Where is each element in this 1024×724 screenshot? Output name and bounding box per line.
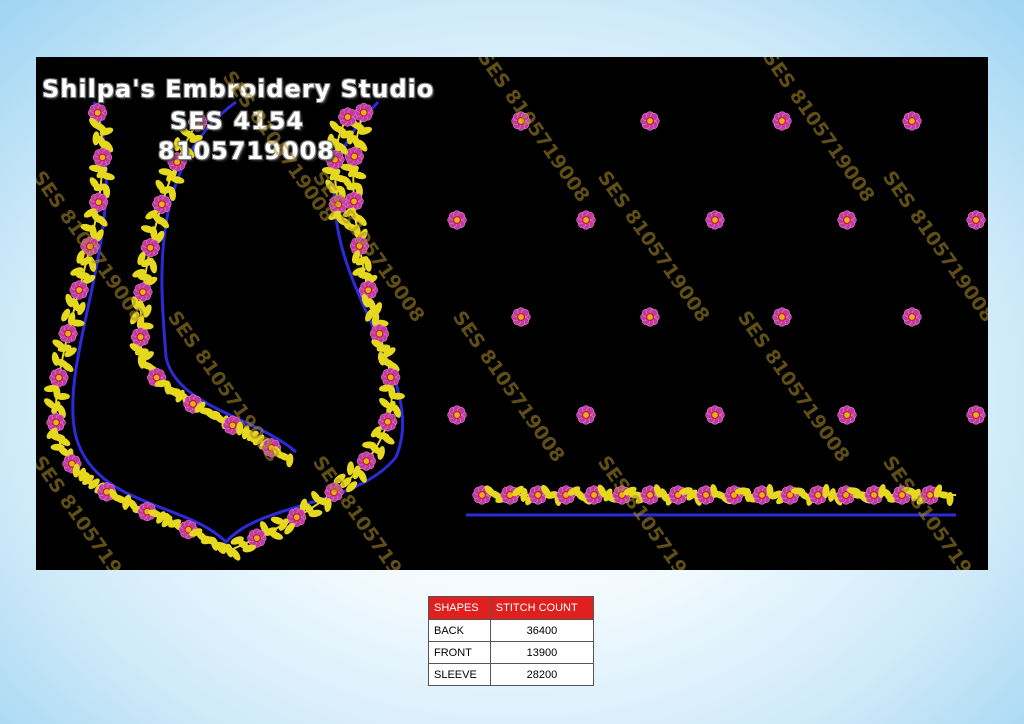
flower-motif: [358, 280, 378, 300]
stitch-count-table: SHAPES STITCH COUNT BACK 36400 FRONT 139…: [428, 596, 595, 686]
butta-flower-motif: [902, 111, 922, 131]
butta-flower-motif: [772, 307, 792, 327]
butta-flower-motif: [447, 210, 467, 230]
flower-motif: [354, 102, 374, 123]
butta-flower-motif: [640, 111, 660, 131]
stitch-count: 13900: [489, 641, 595, 664]
butta-flower-motif: [966, 210, 986, 230]
butta-flower-motif: [447, 405, 467, 425]
butta-flower-motif: [511, 307, 531, 327]
table-row: BACK 36400: [428, 619, 595, 642]
butta-flower-motif: [772, 111, 792, 131]
table-row: SLEEVE 28200: [428, 663, 595, 686]
butta-flower-motif: [837, 210, 857, 230]
shape-name: BACK: [428, 619, 491, 642]
butta-flower-motif: [640, 307, 660, 327]
flower-motif: [344, 146, 364, 167]
butta-flower-motif: [576, 405, 596, 425]
flower-motif: [338, 107, 358, 127]
butta-flower-motif: [705, 405, 725, 425]
flower-motif: [381, 367, 401, 387]
design-code: SES 4154: [170, 107, 305, 135]
flower-motif: [69, 280, 89, 300]
stitch-count: 36400: [489, 619, 595, 642]
shape-name: SLEEVE: [428, 663, 491, 686]
flower-motif: [49, 368, 69, 388]
stitch-count: 28200: [489, 663, 595, 686]
studio-phone: 8105719008: [158, 137, 335, 165]
flower-motif: [92, 147, 113, 168]
butta-flower-motif: [902, 307, 922, 327]
shape-name: FRONT: [428, 641, 491, 664]
table-row: FRONT 13900: [428, 641, 595, 664]
butta-flower-motif: [837, 405, 857, 425]
flower-motif: [58, 323, 78, 344]
butta-flower-motif: [576, 210, 596, 230]
butta-flower-motif: [705, 210, 725, 230]
stitch-count-column-header: STITCH COUNT: [489, 596, 595, 620]
embroidery-design-panel: Shilpa's Embroidery Studio SES 4154 8105…: [36, 57, 988, 570]
table-header-row: SHAPES STITCH COUNT: [428, 596, 595, 620]
shapes-column-header: SHAPES: [428, 596, 491, 620]
butta-flower-motif: [966, 405, 986, 425]
